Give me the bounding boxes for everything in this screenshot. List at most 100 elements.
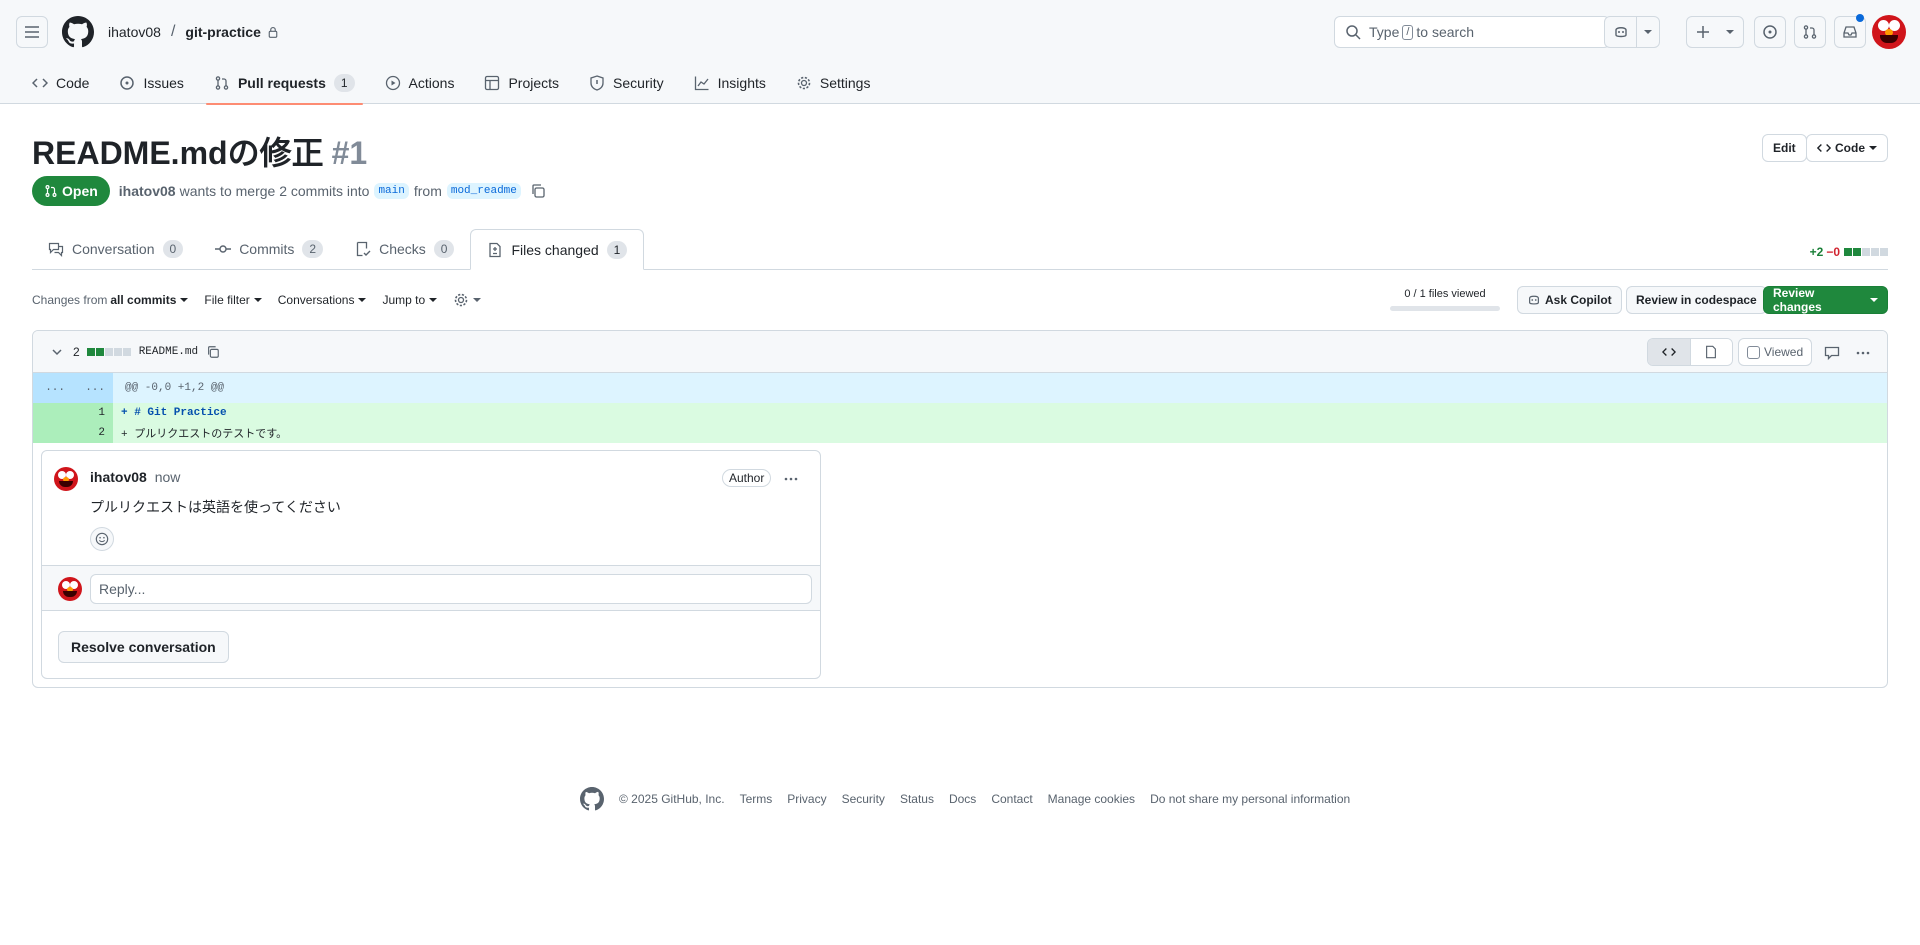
new-line-number[interactable]: 2 bbox=[73, 423, 113, 443]
pr-number: #1 bbox=[331, 135, 368, 171]
pull-request-icon bbox=[45, 185, 57, 197]
old-line-number bbox=[33, 423, 73, 443]
tab-checks[interactable]: Checks 0 bbox=[339, 229, 470, 269]
comment-body: プルリクエストは英語を使ってください bbox=[90, 499, 341, 515]
source-view-button[interactable] bbox=[1648, 339, 1690, 365]
chevron-down-icon[interactable] bbox=[49, 344, 65, 360]
issue-icon bbox=[1755, 17, 1785, 47]
file-diff: 2 README.md Viewed ... ... @@ -0,0 +1,2 … bbox=[32, 330, 1888, 688]
code-icon bbox=[32, 78, 48, 88]
base-branch[interactable]: main bbox=[374, 183, 409, 199]
copy-icon[interactable] bbox=[530, 183, 546, 199]
comment-time[interactable]: now bbox=[155, 469, 181, 485]
checks-count: 0 bbox=[433, 240, 455, 258]
create-new-button[interactable] bbox=[1686, 16, 1744, 48]
pull-request-icon bbox=[215, 76, 229, 90]
tab-code-label: Code bbox=[56, 75, 90, 91]
repo-nav: Code Issues Pull requests 1 Actions Proj… bbox=[24, 62, 892, 105]
kebab-horizontal-icon[interactable] bbox=[783, 471, 799, 487]
resolve-conversation-button[interactable]: Resolve conversation bbox=[58, 631, 229, 663]
tab-projects[interactable]: Projects bbox=[476, 62, 567, 104]
file-filter-dropdown[interactable]: File filter bbox=[204, 293, 262, 307]
user-avatar[interactable] bbox=[1872, 15, 1906, 49]
tab-settings-label: Settings bbox=[819, 75, 871, 91]
viewed-checkbox[interactable]: Viewed bbox=[1738, 338, 1812, 366]
footer-link-docs[interactable]: Docs bbox=[949, 792, 976, 806]
tab-security-label: Security bbox=[613, 75, 664, 91]
edit-button[interactable]: Edit bbox=[1762, 134, 1807, 162]
file-diffstat-bar bbox=[86, 345, 131, 359]
commits-count: 2 bbox=[302, 240, 324, 258]
issues-shortcut-button[interactable] bbox=[1754, 16, 1786, 48]
additions-count: +2 bbox=[1809, 245, 1824, 259]
footer-link-do-not-share[interactable]: Do not share my personal information bbox=[1150, 792, 1350, 806]
code-dropdown-button[interactable]: Code bbox=[1806, 134, 1888, 162]
diff-settings-dropdown[interactable] bbox=[453, 292, 482, 308]
expand-right[interactable]: ... bbox=[73, 373, 113, 403]
notification-dot bbox=[1856, 14, 1864, 22]
comment-icon[interactable] bbox=[1824, 345, 1840, 361]
repo-link[interactable]: git-practice bbox=[185, 24, 260, 40]
tab-settings[interactable]: Settings bbox=[788, 62, 879, 104]
tab-security[interactable]: Security bbox=[581, 62, 672, 104]
tab-actions[interactable]: Actions bbox=[377, 62, 463, 104]
jump-to-dropdown[interactable]: Jump to bbox=[382, 293, 438, 307]
conversations-dropdown[interactable]: Conversations bbox=[278, 293, 367, 307]
rich-view-button[interactable] bbox=[1689, 339, 1732, 365]
expand-left[interactable]: ... bbox=[33, 373, 73, 403]
footer-link-security[interactable]: Security bbox=[842, 792, 885, 806]
tab-pull-requests[interactable]: Pull requests 1 bbox=[205, 62, 363, 105]
search-input[interactable]: Type / to search bbox=[1334, 16, 1610, 48]
footer-link-status[interactable]: Status bbox=[900, 792, 934, 806]
kebab-horizontal-icon[interactable] bbox=[1855, 345, 1871, 361]
copilot-caret-icon[interactable] bbox=[1637, 17, 1659, 47]
review-changes-button[interactable]: Review changes bbox=[1763, 286, 1888, 314]
footer-link-contact[interactable]: Contact bbox=[991, 792, 1032, 806]
tab-commits-label: Commits bbox=[239, 241, 295, 257]
diff-line-text: + プルリクエストのテストです。 bbox=[121, 429, 288, 441]
copy-icon[interactable] bbox=[206, 345, 220, 359]
ask-copilot-button[interactable]: Ask Copilot bbox=[1517, 286, 1622, 314]
comment-avatar[interactable] bbox=[54, 467, 78, 491]
tab-issues[interactable]: Issues bbox=[111, 62, 191, 104]
from-text: from bbox=[413, 183, 442, 199]
play-icon bbox=[385, 75, 400, 91]
footer-link-privacy[interactable]: Privacy bbox=[787, 792, 826, 806]
tab-insights[interactable]: Insights bbox=[686, 62, 774, 104]
hunk-header-text: @@ -0,0 +1,2 @@ bbox=[125, 382, 225, 394]
lock-icon bbox=[268, 26, 278, 38]
github-logo-icon[interactable] bbox=[580, 787, 604, 811]
tab-code[interactable]: Code bbox=[24, 62, 97, 104]
file-name[interactable]: README.md bbox=[139, 346, 198, 358]
footer-copyright: © 2025 GitHub, Inc. bbox=[619, 792, 725, 806]
footer: © 2025 GitHub, Inc. Terms Privacy Securi… bbox=[580, 787, 1350, 811]
tab-files-changed-label: Files changed bbox=[511, 241, 599, 258]
footer-link-manage-cookies[interactable]: Manage cookies bbox=[1048, 792, 1135, 806]
github-logo-icon[interactable] bbox=[62, 16, 94, 48]
file-header: 2 README.md Viewed bbox=[33, 331, 1887, 373]
pr-author-link[interactable]: ihatov08 bbox=[119, 183, 176, 199]
owner-link[interactable]: ihatov08 bbox=[108, 24, 161, 40]
review-in-codespace-button[interactable]: Review in codespace bbox=[1626, 286, 1767, 314]
footer-link-terms[interactable]: Terms bbox=[740, 792, 773, 806]
comment-author[interactable]: ihatov08 bbox=[90, 469, 147, 485]
pull-requests-shortcut-button[interactable] bbox=[1794, 16, 1826, 48]
head-branch[interactable]: mod_readme bbox=[446, 183, 521, 199]
all-commits-text: all commits bbox=[110, 293, 177, 307]
copilot-button[interactable] bbox=[1604, 16, 1660, 48]
tab-conversation-label: Conversation bbox=[72, 241, 155, 257]
changes-from-dropdown[interactable]: Changes from all commits bbox=[32, 293, 189, 307]
state-label: Open bbox=[62, 183, 98, 199]
tab-files-changed[interactable]: Files changed 1 bbox=[470, 229, 645, 270]
reply-input[interactable]: Reply... bbox=[90, 574, 812, 604]
viewed-checkbox-box[interactable] bbox=[1747, 345, 1760, 359]
diff-line-text: + # Git Practice bbox=[121, 407, 227, 419]
smiley-icon bbox=[95, 532, 109, 546]
table-icon bbox=[485, 75, 500, 91]
tab-conversation[interactable]: Conversation 0 bbox=[32, 229, 199, 269]
tab-issues-label: Issues bbox=[143, 75, 184, 91]
menu-button[interactable] bbox=[16, 16, 48, 48]
tab-commits[interactable]: Commits 2 bbox=[199, 229, 339, 269]
add-reaction-button[interactable] bbox=[90, 527, 114, 551]
new-line-number[interactable]: 1 bbox=[73, 403, 113, 423]
